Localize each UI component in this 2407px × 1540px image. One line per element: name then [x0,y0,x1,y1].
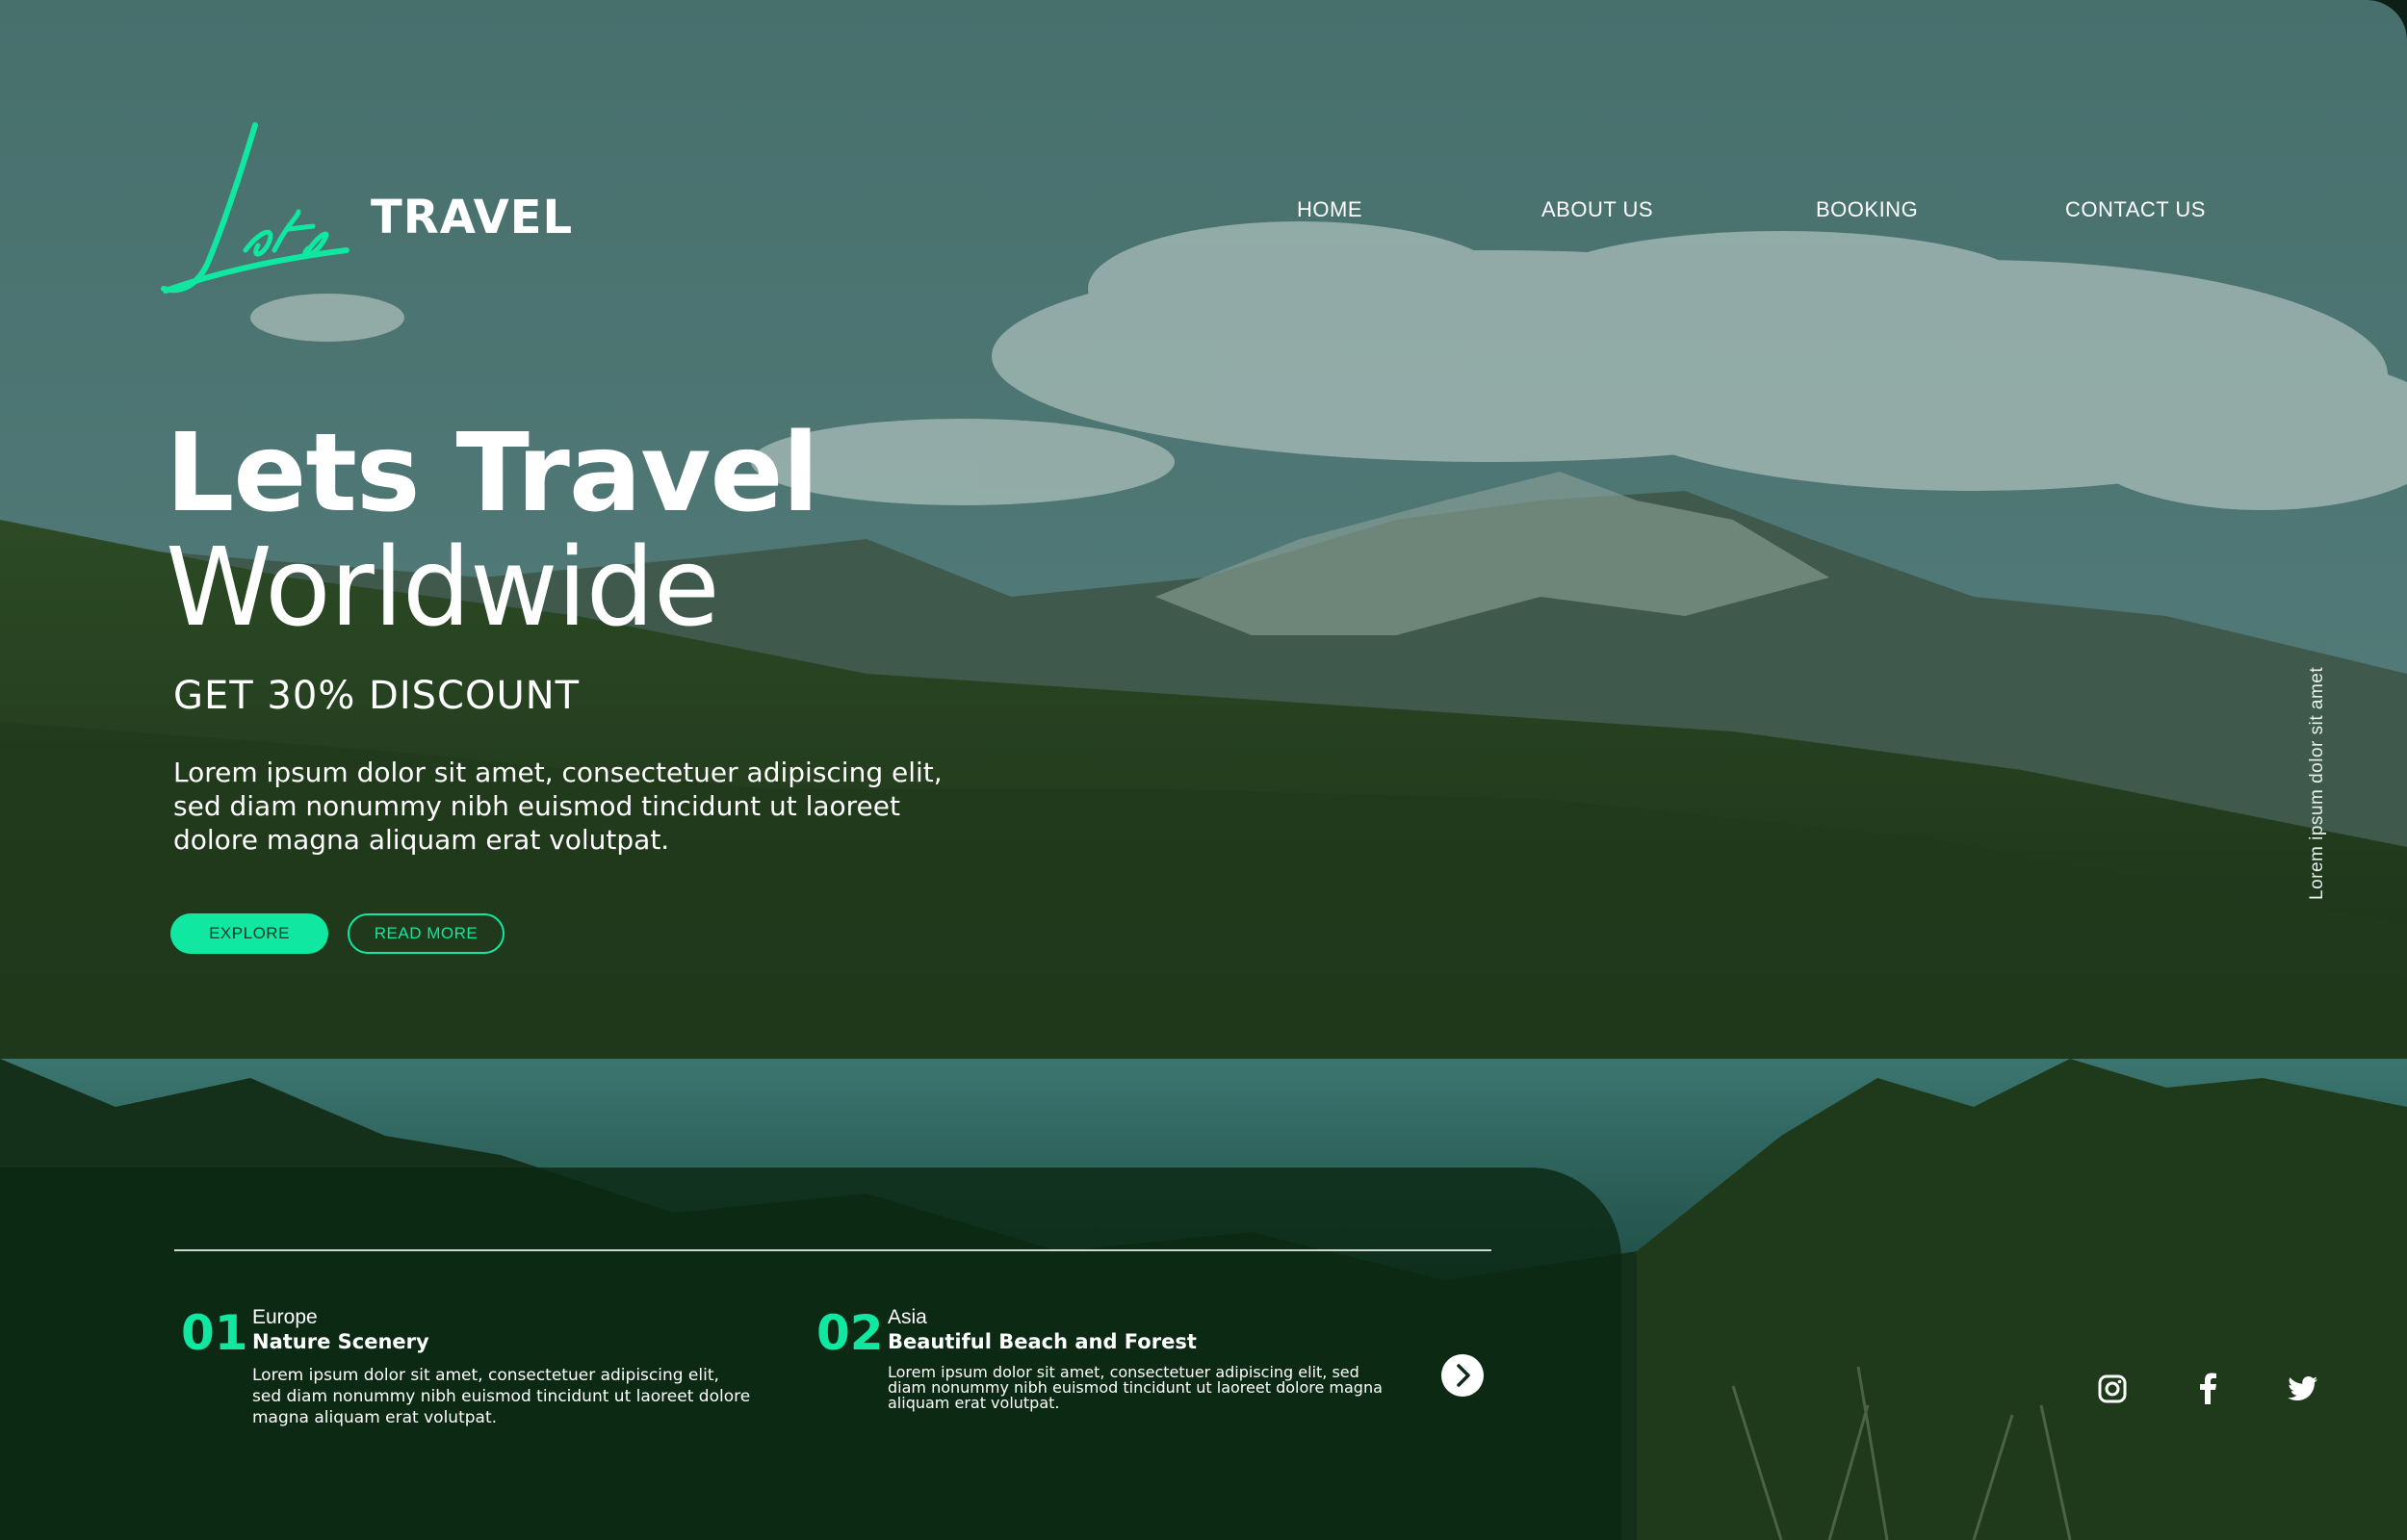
twitter-icon [2288,1376,2317,1400]
hero-description: Lorem ipsum dolor sit amet, consectetuer… [173,757,943,856]
facebook-icon [2200,1373,2216,1404]
instagram-icon [2098,1374,2127,1403]
panel-divider [174,1249,1491,1251]
feature-number: 02 [816,1305,884,1361]
feature-description: Lorem ipsum dolor sit amet, consectetuer… [888,1363,1383,1412]
feature-region: Asia [888,1306,927,1328]
next-slide-button[interactable] [1441,1354,1484,1397]
instagram-link[interactable] [2095,1372,2130,1406]
chevron-right-icon [1457,1364,1470,1387]
feature-title[interactable]: Nature Scenery [252,1330,429,1353]
twitter-link[interactable] [2286,1372,2320,1406]
nav-item-about-us[interactable]: ABOUT US [1541,197,1653,222]
read-more-button[interactable]: READ MORE [348,913,505,954]
feature-description: Lorem ipsum dolor sit amet, consectetuer… [252,1366,751,1427]
explore-button[interactable]: EXPLORE [170,913,328,954]
facebook-link[interactable] [2191,1372,2226,1406]
landing-page: TRAVEL HOME ABOUT US BOOKING CONTACT US … [0,0,2407,1540]
nav-item-home[interactable]: HOME [1297,197,1362,222]
hero-title-line-1: Lets Travel [166,411,819,536]
feature-title[interactable]: Beautiful Beach and Forest [888,1330,1197,1353]
vertical-side-text: Lorem ipsum dolor sit amet [2307,666,2327,900]
nav-item-contact-us[interactable]: CONTACT US [2065,197,2206,222]
hero-title-line-2: Worldwide [166,526,720,651]
feature-number: 01 [181,1305,248,1361]
feature-region: Europe [252,1306,318,1328]
discount-heading: GET 30% DISCOUNT [173,674,581,718]
nav-item-booking[interactable]: BOOKING [1816,197,1918,222]
main-navigation: HOME ABOUT US BOOKING CONTACT US [0,197,2407,226]
